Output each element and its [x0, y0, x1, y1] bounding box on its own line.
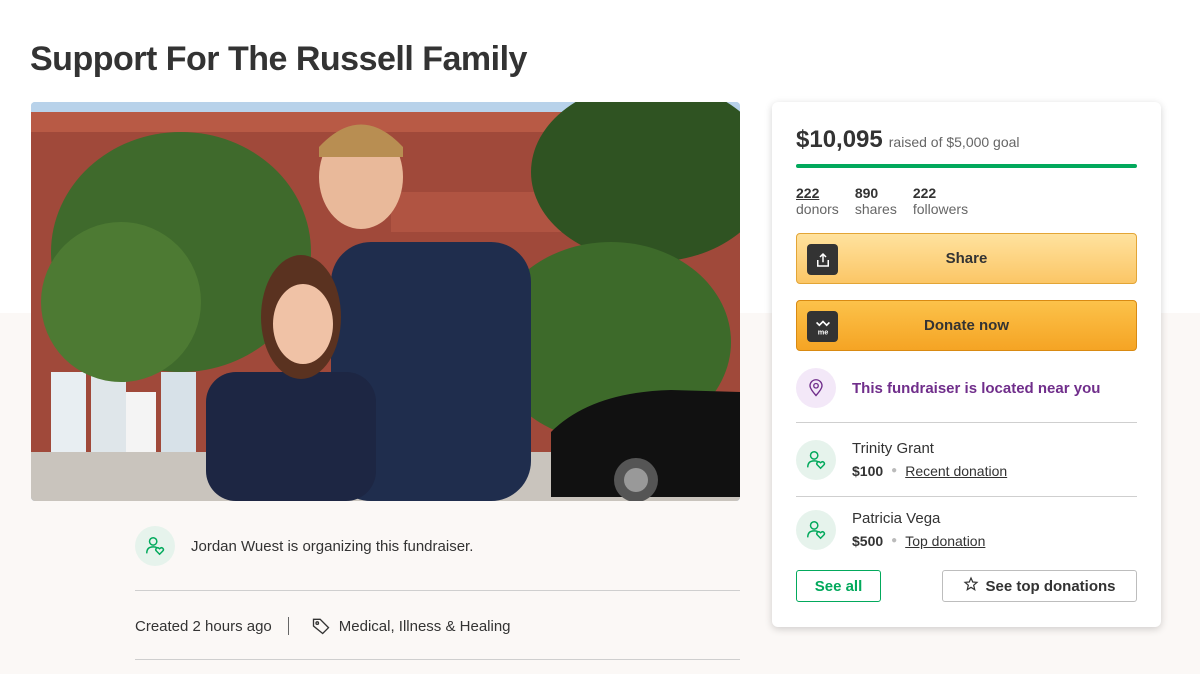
donation-item: Patricia Vega $500 ● Top donation	[796, 508, 1137, 552]
organizer-row: Jordan Wuest is organizing this fundrais…	[135, 526, 740, 566]
donate-label: Donate now	[924, 317, 1009, 334]
page-title: Support For The Russell Family	[30, 40, 527, 78]
donor-heart-icon	[796, 440, 836, 480]
donor-heart-icon	[796, 510, 836, 550]
donation-amount: $100	[852, 463, 884, 479]
divider	[135, 590, 740, 591]
donation-kind-link[interactable]: Recent donation	[905, 460, 1007, 482]
see-top-label: See top donations	[985, 577, 1116, 595]
stat-followers: 222 followers	[913, 185, 968, 217]
gofundme-badge-text: me	[817, 327, 828, 336]
stat-shares: 890 shares	[855, 185, 897, 217]
divider	[796, 422, 1137, 423]
divider	[796, 496, 1137, 497]
share-button[interactable]: Share	[796, 233, 1137, 284]
separator	[287, 617, 289, 635]
donor-name: Trinity Grant	[852, 440, 934, 457]
raised-goal: raised of $5,000 goal	[888, 134, 1020, 150]
raised-amount: $10,095	[796, 126, 883, 153]
donation-item: Trinity Grant $100 ● Recent donation	[796, 438, 1137, 482]
see-top-donations-button[interactable]: See top donations	[942, 570, 1137, 602]
location-pin-icon	[796, 368, 836, 408]
stat-number: 222	[912, 185, 937, 201]
stat-label: followers	[912, 201, 969, 217]
stat-number: 222	[796, 185, 820, 201]
stat-label: shares	[854, 201, 897, 217]
star-icon	[963, 576, 979, 596]
hero-photo	[31, 102, 740, 501]
tag-icon	[311, 616, 331, 636]
progress-bar	[796, 164, 1137, 168]
created-text: Created 2 hours ago	[135, 617, 272, 635]
donation-kind-link[interactable]: Top donation	[905, 530, 985, 552]
location-text: This fundraiser is located near you	[852, 379, 1101, 397]
bullet: ●	[891, 535, 898, 546]
donate-button[interactable]: me Donate now	[796, 300, 1137, 351]
category-link[interactable]: Medical, Illness & Healing	[339, 618, 511, 635]
donor-name: Patricia Vega	[852, 510, 941, 527]
organizer-text: Jordan Wuest is organizing this fundrais…	[191, 537, 474, 555]
stat-label: donors	[796, 201, 839, 217]
stats-row: 222 donors 890 shares 222 followers	[796, 185, 968, 217]
share-label: Share	[945, 250, 988, 267]
see-all-button[interactable]: See all	[796, 570, 881, 602]
stat-number: 890	[854, 185, 879, 201]
bullet: ●	[891, 465, 898, 476]
donation-card: $10,095 raised of $5,000 goal 222 donors…	[772, 102, 1161, 627]
share-icon	[807, 244, 838, 275]
gofundme-icon: me	[807, 311, 838, 342]
raised-summary: $10,095 raised of $5,000 goal	[796, 126, 1020, 154]
progress-fill	[796, 164, 1137, 168]
divider	[135, 659, 740, 660]
location-notice: This fundraiser is located near you	[796, 368, 1137, 408]
meta-row: Created 2 hours ago Medical, Illness & H…	[135, 612, 511, 640]
donor-heart-icon	[135, 526, 175, 566]
stat-donors[interactable]: 222 donors	[796, 185, 839, 217]
donation-amount: $500	[852, 533, 884, 549]
